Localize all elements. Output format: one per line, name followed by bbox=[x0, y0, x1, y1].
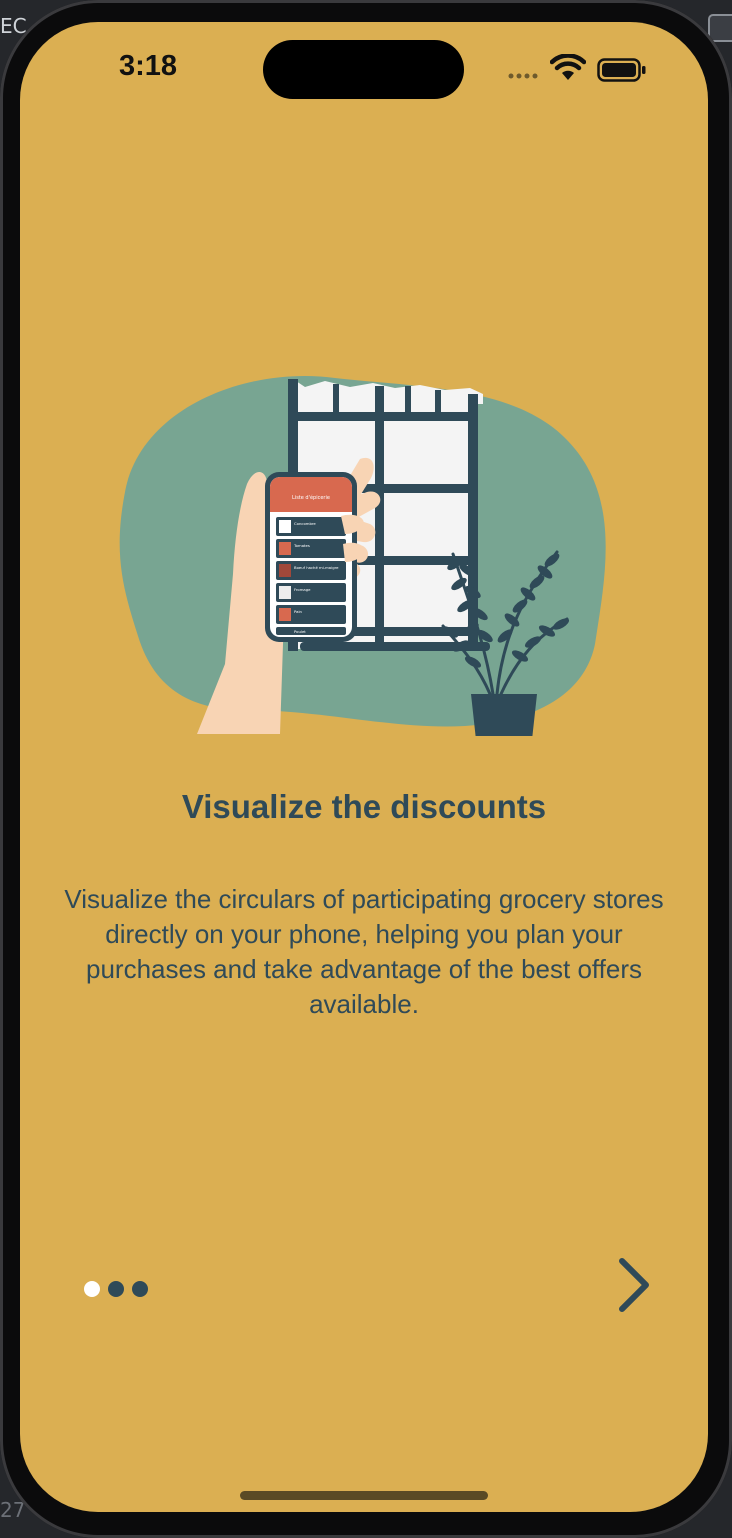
page-indicator[interactable] bbox=[84, 1281, 148, 1297]
chevron-right-icon bbox=[619, 1258, 649, 1312]
phone-item-text: Pain bbox=[294, 609, 303, 614]
onboarding-description: Visualize the circulars of participating… bbox=[64, 884, 664, 1019]
phone-item-text: Concombre bbox=[294, 521, 316, 526]
onboarding-illustration: Liste d'épicerie Concombre Tomates Boeuf… bbox=[119, 376, 606, 736]
battery-icon bbox=[597, 58, 646, 82]
phone-item-text: Tomates bbox=[293, 543, 310, 548]
onboarding-title: Visualize the discounts bbox=[181, 788, 547, 825]
wifi-icon bbox=[550, 54, 586, 80]
onboarding-screen: 3:18 Liste d'épicerie Concombre Tomates … bbox=[20, 22, 708, 1512]
page-dot[interactable] bbox=[132, 1281, 148, 1297]
page-dot-active[interactable] bbox=[84, 1281, 100, 1297]
cellular-signal-icon bbox=[508, 73, 538, 79]
phone-item-text: Boeuf haché mi-maigre bbox=[294, 565, 339, 570]
status-time: 3:18 bbox=[118, 50, 178, 82]
phone-item-text: Poulet bbox=[294, 629, 306, 634]
page-dot[interactable] bbox=[108, 1281, 124, 1297]
phone-header-text: Liste d'épicerie bbox=[292, 494, 330, 501]
home-indicator[interactable] bbox=[240, 1491, 488, 1500]
phone-item-text: Fromage bbox=[294, 587, 311, 592]
dynamic-island bbox=[263, 40, 464, 99]
next-button[interactable] bbox=[608, 1252, 658, 1318]
phone-frame: 3:18 Liste d'épicerie Concombre Tomates … bbox=[0, 0, 732, 1538]
